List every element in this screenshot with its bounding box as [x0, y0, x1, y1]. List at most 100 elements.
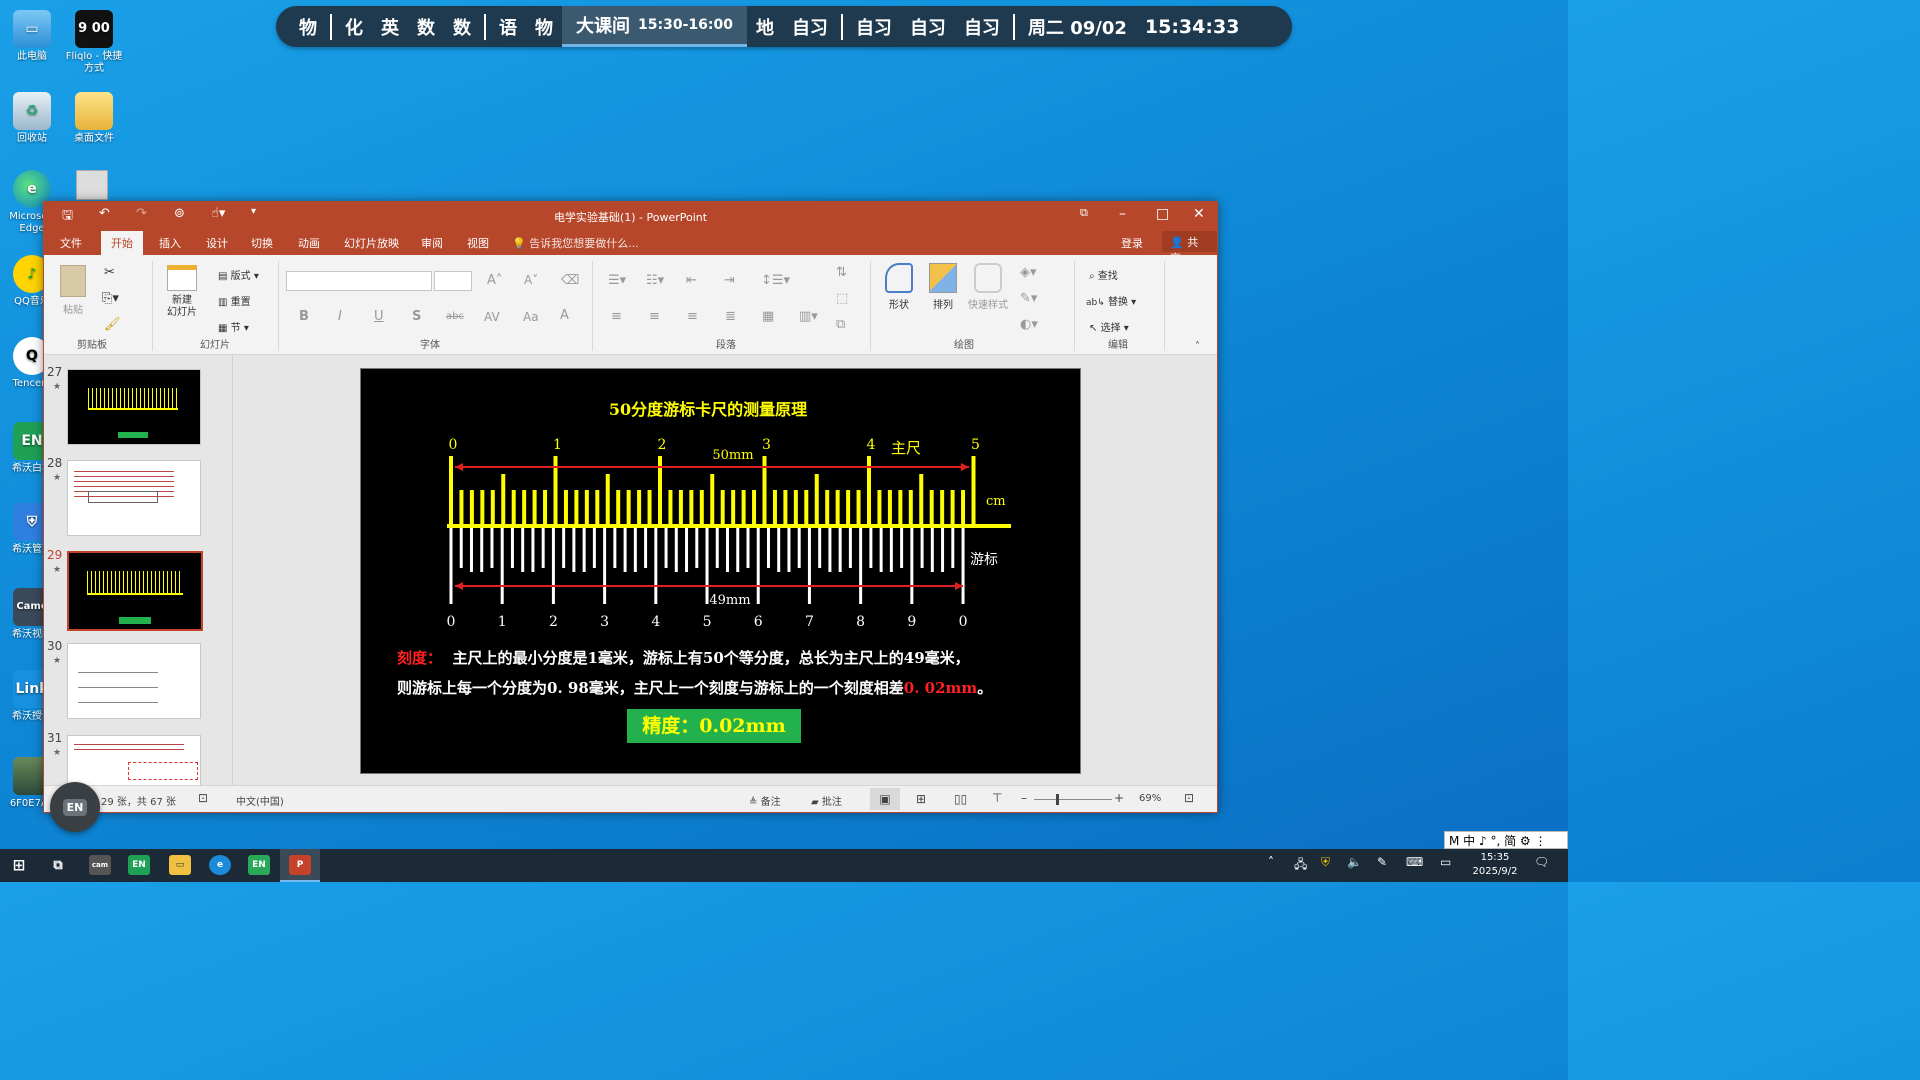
slide-sorter-icon[interactable]: ⊞ [916, 792, 926, 806]
align-center-icon[interactable]: ≡ [649, 309, 660, 324]
desktop-icon-desktop-files[interactable]: 桌面文件 [62, 92, 126, 145]
slideshow-view-icon[interactable]: ⊤ [992, 791, 1002, 805]
zoom-in-icon[interactable]: + [1114, 791, 1124, 805]
notification-icon[interactable]: 🗨 [1534, 855, 1549, 869]
keyboard-icon[interactable]: ⌨ [1406, 855, 1423, 869]
slide-thumbnail-31[interactable] [67, 735, 201, 787]
shape-effects-icon[interactable]: ◐▾ [1020, 317, 1038, 332]
collapse-ribbon-icon[interactable]: ˄ [1195, 341, 1200, 352]
change-case-button[interactable]: Aa [523, 310, 539, 324]
notes-button[interactable]: ≜ 备注 [749, 793, 781, 808]
bold-button[interactable]: B [299, 309, 309, 324]
desktop-icon-fliqlo[interactable]: 9 00 Fliqlo - 快捷方式 [62, 10, 126, 75]
taskbar-app-explorer-icon[interactable]: ▭ [169, 855, 191, 875]
minimize-icon[interactable]: – [1119, 206, 1126, 222]
section-button[interactable]: ▦ 节 ▾ [218, 319, 249, 334]
taskbar-app-powerpoint-active[interactable]: P [280, 849, 320, 882]
columns-icon[interactable]: ▥▾ [799, 309, 818, 324]
align-left-icon[interactable]: ≡ [611, 309, 622, 324]
zoom-slider[interactable] [1034, 799, 1112, 800]
show-hidden-icons[interactable]: ˄ [1268, 855, 1274, 869]
desktop-icon-this-pc[interactable]: ▭ 此电脑 [0, 10, 64, 63]
sign-in-link[interactable]: 登录 [1121, 235, 1143, 251]
fit-slide-icon[interactable]: ⊡ [1184, 791, 1194, 805]
language-indicator[interactable]: 中文(中国) [236, 793, 284, 808]
tablet-mode-icon[interactable]: ▭ [1440, 855, 1451, 869]
shape-fill-icon[interactable]: ◈▾ [1020, 265, 1037, 280]
zoom-slider-thumb[interactable] [1056, 794, 1059, 805]
spell-check-icon[interactable]: ⊡ [198, 791, 208, 805]
increase-font-size-icon[interactable]: A˄ [487, 273, 502, 288]
security-shield-icon[interactable]: ⛨ [1321, 855, 1330, 870]
shapes-button[interactable]: 形状 [882, 263, 916, 311]
tab-view[interactable]: 视图 [467, 235, 489, 251]
shape-outline-icon[interactable]: ✎▾ [1020, 291, 1037, 306]
tab-home[interactable]: 开始 [101, 231, 143, 255]
distributed-icon[interactable]: ▦ [762, 309, 774, 324]
replace-button[interactable]: ab↳ 替换 ▾ [1086, 293, 1136, 308]
increase-indent-icon[interactable]: ⇥ [724, 273, 735, 288]
justify-icon[interactable]: ≣ [725, 309, 736, 324]
decrease-font-size-icon[interactable]: A˅ [524, 273, 538, 287]
network-icon[interactable]: 🖧 [1294, 855, 1307, 876]
slide-thumbnail-27[interactable] [67, 369, 201, 445]
pen-icon[interactable]: ✎ [1377, 855, 1387, 869]
tab-slideshow[interactable]: 幻灯片放映 [344, 235, 399, 251]
align-text-icon[interactable]: ⬚ [836, 291, 848, 306]
maximize-icon[interactable]: □ [1156, 206, 1169, 222]
taskbar-app-seewo-icon[interactable]: EN [128, 855, 150, 875]
tab-insert[interactable]: 插入 [159, 235, 181, 251]
slide-thumbnail-28[interactable] [67, 460, 201, 536]
tab-animations[interactable]: 动画 [298, 235, 320, 251]
decrease-indent-icon[interactable]: ⇤ [686, 273, 697, 288]
format-painter-icon[interactable]: 🖌 [104, 317, 121, 332]
tab-review[interactable]: 审阅 [421, 235, 443, 251]
quick-styles-button[interactable]: 快速样式 [968, 263, 1008, 311]
bullets-icon[interactable]: ☰▾ [608, 273, 626, 288]
arrange-button[interactable]: 排列 [926, 263, 960, 311]
find-button[interactable]: ⌕ 查找 [1089, 267, 1118, 282]
reading-view-icon[interactable]: ▯▯ [954, 792, 967, 806]
tell-me-search[interactable]: 💡 告诉我您想要做什么... [512, 235, 639, 251]
clear-formatting-icon[interactable]: ⌫ [561, 273, 579, 288]
font-color-button[interactable]: A [560, 308, 569, 323]
align-right-icon[interactable]: ≡ [687, 309, 698, 324]
character-spacing-button[interactable]: AV [484, 310, 500, 324]
comments-button[interactable]: ▰ 批注 [811, 793, 842, 808]
copy-icon[interactable]: ⎘▾ [102, 291, 119, 306]
select-button[interactable]: ↖ 选择 ▾ [1089, 319, 1129, 334]
underline-button[interactable]: U [374, 309, 384, 324]
font-name-combobox[interactable] [286, 271, 432, 291]
share-button[interactable]: 👤 共享 [1162, 231, 1217, 265]
new-slide-button[interactable]: 新建 幻灯片 [164, 265, 200, 319]
close-icon[interactable]: ✕ [1193, 206, 1205, 222]
strikethrough-button[interactable]: abc [446, 311, 464, 322]
reset-button[interactable]: ▥ 重置 [218, 293, 251, 308]
numbering-icon[interactable]: ☷▾ [646, 273, 664, 288]
ribbon-display-options-icon[interactable]: ⧉ [1080, 206, 1088, 220]
tab-transitions[interactable]: 切换 [251, 235, 273, 251]
paste-button[interactable]: 粘贴 [58, 265, 88, 316]
start-windows-icon[interactable]: ⊞ [8, 855, 30, 875]
layout-button[interactable]: ▤ 版式 ▾ [218, 267, 259, 282]
slide-thumbnail-30[interactable] [67, 643, 201, 719]
desktop-icon-thumbnail[interactable] [76, 170, 108, 200]
zoom-out-icon[interactable]: – [1021, 791, 1027, 805]
smartart-icon[interactable]: ⧉ [836, 317, 845, 332]
cut-icon[interactable]: ✂ [104, 265, 115, 280]
font-size-combobox[interactable] [434, 271, 472, 291]
text-direction-icon[interactable]: ⇅ [836, 265, 847, 280]
taskbar-app-edge-icon[interactable]: e [209, 855, 231, 875]
task-view-icon[interactable]: ⧉ [47, 855, 69, 875]
volume-icon[interactable]: 🔈 [1347, 855, 1362, 869]
normal-view-icon[interactable]: ▣ [870, 788, 900, 810]
current-slide[interactable]: 50分度游标卡尺的测量原理 0 1 2 3 4 5 0 1 2 3 4 5 6 7 8 9 0 主尺 50mm… [360, 368, 1081, 774]
italic-button[interactable]: I [338, 309, 342, 324]
tab-design[interactable]: 设计 [206, 235, 228, 251]
slide-thumbnail-29[interactable] [67, 551, 203, 631]
zoom-level[interactable]: 69% [1139, 793, 1161, 804]
desktop-icon-recycle-bin[interactable]: ♻ 回收站 [0, 92, 64, 145]
taskbar-app-seewo2-icon[interactable]: EN [248, 855, 270, 875]
text-shadow-button[interactable]: S [412, 309, 421, 324]
line-spacing-icon[interactable]: ↕☰▾ [761, 273, 790, 288]
